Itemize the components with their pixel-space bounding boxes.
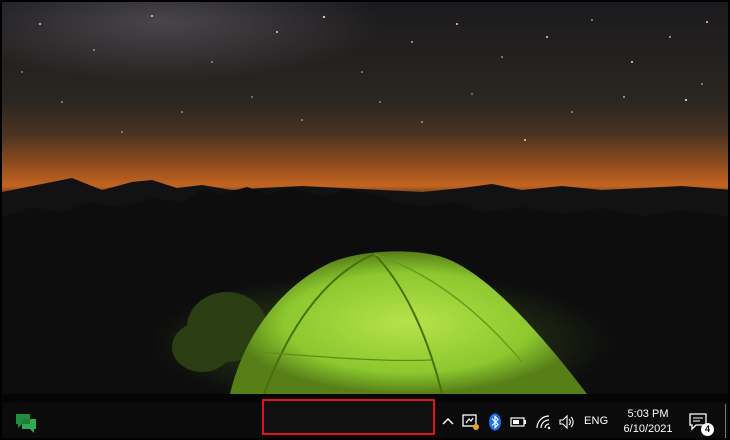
bluetooth-icon: [489, 413, 501, 431]
taskbar: ENG 5:03 PM 6/10/2021 4: [2, 399, 728, 438]
input-language-indicator[interactable]: ENG: [584, 415, 608, 427]
chevron-up-icon: [442, 418, 454, 425]
wifi-icon: [536, 415, 551, 430]
battery-button[interactable]: [509, 412, 529, 432]
desktop-screen: ENG 5:03 PM 6/10/2021 4: [0, 0, 730, 440]
show-desktop-button[interactable]: [725, 404, 728, 438]
highlighted-taskbar-region: [262, 399, 435, 435]
clock-time: 5:03 PM: [627, 408, 669, 420]
action-center-button[interactable]: 4: [688, 411, 714, 436]
volume-icon: [559, 414, 574, 430]
battery-icon: [510, 417, 526, 427]
system-clock[interactable]: 5:03 PM 6/10/2021: [614, 407, 682, 437]
google-chat-icon: [16, 414, 36, 433]
bluetooth-button[interactable]: [485, 412, 505, 432]
show-hidden-icons-button[interactable]: [438, 412, 458, 432]
clock-date: 6/10/2021: [623, 423, 673, 435]
google-chat-app-button[interactable]: [12, 409, 40, 437]
wifi-button[interactable]: [534, 412, 554, 432]
notification-count-badge: 4: [701, 423, 714, 436]
app-tray-button[interactable]: [461, 412, 481, 432]
volume-button[interactable]: [557, 412, 577, 432]
app-tray-icon: [462, 414, 479, 430]
desktop-wallpaper: [2, 2, 728, 402]
